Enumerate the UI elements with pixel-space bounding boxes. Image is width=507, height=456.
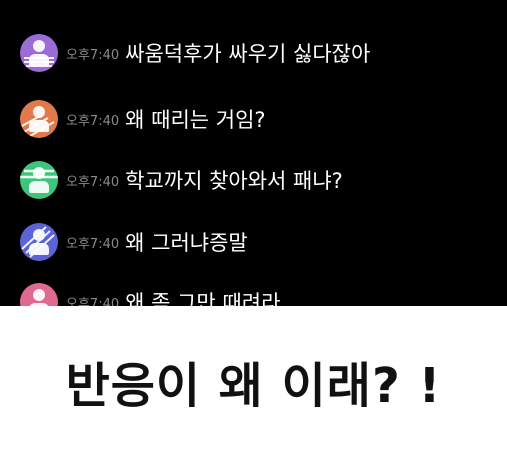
message-text: 싸움덕후가 싸우기 싫다잖아 [125, 42, 371, 66]
message-time: 오후7:40 [66, 236, 120, 252]
caption-banner: 반응이 왜 이래? ! [0, 306, 507, 456]
user-avatar[interactable] [20, 100, 58, 138]
message-time: 오후7:40 [66, 47, 120, 63]
user-avatar[interactable] [20, 34, 58, 72]
message-text: 왜 좀 그만 때려라 [125, 291, 281, 306]
chat-message: 오후7:40 왜 그러냐증말 [20, 222, 248, 262]
message-text: 왜 그러냐증말 [125, 231, 248, 255]
message-text: 왜 때리는 거임? [125, 108, 266, 132]
message-time: 오후7:40 [66, 174, 120, 190]
user-avatar[interactable] [20, 223, 58, 261]
chat-message: 오후7:40 왜 좀 그만 때려라 [20, 282, 280, 306]
chat-panel: 오후7:40 싸움덕후가 싸우기 싫다잖아 오후7:40 왜 때리는 거임? 오… [0, 0, 507, 306]
user-avatar[interactable] [20, 283, 58, 306]
message-time: 오후7:40 [66, 296, 120, 307]
message-time: 오후7:40 [66, 113, 120, 129]
message-text: 학교까지 찾아와서 패냐? [125, 169, 343, 193]
user-avatar[interactable] [20, 161, 58, 199]
chat-message: 오후7:40 왜 때리는 거임? [20, 99, 266, 139]
caption-text: 반응이 왜 이래? ! [65, 358, 442, 414]
user-icon [33, 289, 45, 301]
chat-message: 오후7:40 학교까지 찾아와서 패냐? [20, 160, 343, 200]
chat-message: 오후7:40 싸움덕후가 싸우기 싫다잖아 [20, 33, 370, 73]
